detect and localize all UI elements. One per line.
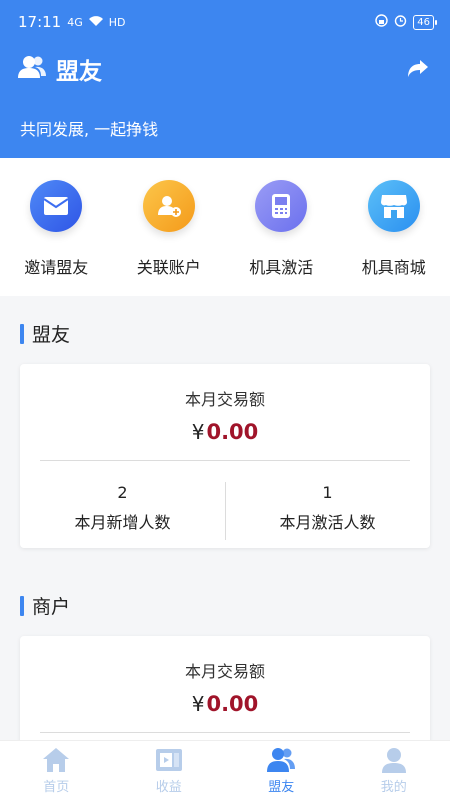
tab-label: 首页 bbox=[43, 780, 70, 795]
ally-amount-value: 0.00 bbox=[206, 420, 259, 444]
friends-icon bbox=[18, 55, 46, 83]
stat-label: 本月激活人数 bbox=[279, 513, 376, 532]
section-bar bbox=[20, 595, 24, 616]
stat-activated-allies[interactable]: 1 本月激活人数 bbox=[225, 482, 430, 540]
battery-icon: 46 bbox=[413, 14, 437, 30]
mail-icon bbox=[30, 180, 83, 232]
tab-label: 盟友 bbox=[268, 780, 295, 795]
stat-new-allies[interactable]: 2 本月新增人数 bbox=[20, 482, 225, 540]
divider bbox=[40, 732, 410, 733]
user-add-icon bbox=[142, 180, 195, 232]
ally-section-title: 盟友 bbox=[20, 320, 70, 347]
currency-symbol: ¥ bbox=[191, 692, 205, 716]
tab-mine[interactable]: 我的 bbox=[338, 741, 450, 800]
stat-label: 本月新增人数 bbox=[74, 513, 171, 532]
profile-icon bbox=[381, 748, 406, 773]
lock-icon bbox=[375, 14, 388, 30]
page-title: 盟友 bbox=[56, 59, 102, 85]
stat-value: 2 bbox=[117, 483, 128, 502]
tab-earnings[interactable]: 收益 bbox=[113, 741, 226, 800]
merchant-amount-label: 本月交易额 bbox=[184, 662, 265, 681]
ally-amount-label: 本月交易额 bbox=[184, 390, 265, 409]
ally-amount: ¥0.00 bbox=[20, 420, 430, 444]
quick-activate-device[interactable]: 机具激活 bbox=[225, 158, 338, 296]
tab-home[interactable]: 首页 bbox=[0, 741, 113, 800]
share-button[interactable] bbox=[404, 55, 432, 83]
quick-link-account[interactable]: 关联账户 bbox=[113, 158, 226, 296]
quick-action-label: 机具商城 bbox=[361, 258, 426, 277]
pos-terminal-icon bbox=[255, 180, 308, 232]
header: 17:11 4G HD 46 盟友 共同发展, 一起挣钱 bbox=[0, 0, 450, 158]
section-title-text: 商户 bbox=[32, 596, 71, 618]
ally-card[interactable]: 本月交易额 ¥0.00 2 本月新增人数 1 本月激活人数 bbox=[20, 364, 430, 548]
section-title-text: 盟友 bbox=[32, 324, 71, 346]
header-slogan: 共同发展, 一起挣钱 bbox=[20, 120, 159, 139]
currency-symbol: ¥ bbox=[191, 420, 205, 444]
store-icon bbox=[367, 180, 420, 232]
merchant-section-title: 商户 bbox=[20, 592, 70, 619]
network-hd-text: HD bbox=[108, 15, 126, 29]
alarm-icon bbox=[394, 14, 407, 30]
section-bar bbox=[20, 323, 24, 344]
stat-value: 1 bbox=[322, 483, 333, 502]
merchant-amount: ¥0.00 bbox=[20, 692, 430, 716]
share-icon bbox=[408, 60, 428, 77]
friends-icon bbox=[267, 748, 296, 772]
quick-action-label: 机具激活 bbox=[249, 258, 314, 277]
quick-action-label: 邀请盟友 bbox=[24, 258, 89, 277]
quick-invite-ally[interactable]: 邀请盟友 bbox=[0, 158, 113, 296]
vertical-divider bbox=[225, 482, 226, 540]
tab-allies[interactable]: 盟友 bbox=[225, 741, 338, 800]
bottom-tab-bar: 首页 收益 盟友 我的 bbox=[0, 740, 450, 800]
tab-label: 我的 bbox=[380, 780, 407, 795]
signal-icon: 4G bbox=[67, 15, 83, 29]
status-bar: 17:11 4G HD 46 bbox=[0, 0, 450, 44]
quick-action-label: 关联账户 bbox=[136, 258, 201, 277]
status-time: 17:11 bbox=[18, 13, 62, 31]
quick-device-mall[interactable]: 机具商城 bbox=[338, 158, 450, 296]
home-icon bbox=[43, 748, 70, 772]
merchant-amount-value: 0.00 bbox=[206, 692, 259, 716]
wallet-icon bbox=[155, 749, 182, 771]
divider bbox=[40, 460, 410, 461]
wifi-icon bbox=[88, 15, 104, 30]
quick-actions: 邀请盟友 关联账户 机具激活 机具商城 bbox=[0, 158, 450, 296]
tab-label: 收益 bbox=[155, 780, 182, 795]
